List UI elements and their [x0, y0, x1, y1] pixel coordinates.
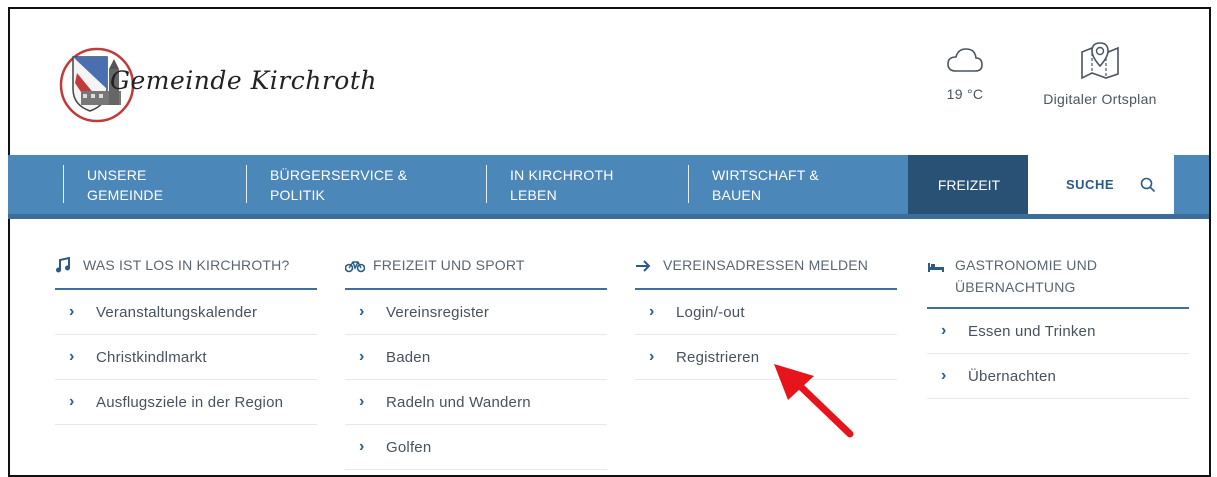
chevron-right-icon: › [941, 367, 947, 384]
column-heading-text: WAS IST LOS IN KIRCHROTH? [83, 257, 290, 273]
chevron-right-icon: › [69, 393, 75, 410]
nav-separator [246, 165, 247, 203]
column-heading: GASTRONOMIE UND ÜBERNACHTUNG [927, 254, 1189, 309]
search-button[interactable]: SUCHE [1028, 155, 1174, 214]
chevron-right-icon: › [69, 303, 75, 320]
nav-unsere-gemeinde[interactable]: UNSERE GEMEINDE [63, 155, 243, 214]
menu-item-label: Essen und Trinken [968, 322, 1096, 340]
nav-label: IN KIRCHROTH [510, 166, 614, 183]
menu-column-gastronomie: GASTRONOMIE UND ÜBERNACHTUNG › Essen und T… [927, 254, 1189, 399]
nav-label: UNSERE [87, 166, 147, 183]
menu-column-sport: FREIZEIT UND SPORT › Vereinsregister › Bad… [344, 254, 607, 470]
nav-buergerservice-politik[interactable]: BÜRGERSERVICE & POLITIK [246, 155, 476, 214]
weather-widget[interactable]: 19 °C [930, 45, 1000, 102]
main-navigation: UNSERE GEMEINDE BÜRGERSERVICE & POLITIK IN… [8, 155, 1209, 219]
column-heading-text: GASTRONOMIE UND [955, 257, 1098, 273]
nav-label: LEBEN [510, 186, 557, 203]
logo-text: Gemeinde Kirchroth [110, 66, 377, 95]
ortsplan-link[interactable]: Digitaler Ortsplan [1030, 40, 1170, 107]
menu-item-uebernachten[interactable]: › Übernachten [927, 354, 1189, 399]
menu-item-label: Vereinsregister [386, 303, 490, 321]
menu-item-login-out[interactable]: › Login/-out [635, 290, 897, 335]
column-heading-text: VEREINSADRESSEN MELDEN [663, 257, 869, 273]
ortsplan-label: Digitaler Ortsplan [1043, 91, 1157, 107]
chevron-right-icon: › [649, 303, 655, 320]
chevron-right-icon: › [359, 303, 365, 320]
chevron-right-icon: › [649, 348, 655, 365]
menu-item-label: Christkindlmarkt [96, 348, 207, 366]
menu-item-label: Übernachten [968, 367, 1057, 385]
menu-item-christkindlmarkt[interactable]: › Christkindlmarkt [55, 335, 317, 380]
map-pin-icon [1081, 42, 1119, 80]
nav-separator [63, 165, 64, 203]
menu-item-radeln-wandern[interactable]: › Radeln und Wandern [345, 380, 607, 425]
music-note-icon [55, 254, 83, 279]
menu-item-vereinsregister[interactable]: › Vereinsregister [345, 290, 607, 335]
arrow-right-icon [635, 254, 663, 279]
search-icon [1140, 177, 1156, 192]
nav-separator [688, 165, 689, 203]
cloud-icon [947, 48, 983, 72]
annotation-arrow-icon [774, 364, 854, 438]
menu-item-label: Golfen [386, 438, 432, 456]
menu-item-label: Ausflugsziele in der Region [96, 393, 284, 411]
menu-item-baden[interactable]: › Baden [345, 335, 607, 380]
bicycle-icon [344, 254, 373, 279]
nav-label: POLITIK [270, 186, 326, 203]
weather-temperature: 19 °C [946, 86, 984, 102]
menu-item-label: Registrieren [676, 348, 760, 366]
menu-column-events: WAS IST LOS IN KIRCHROTH? › Veranstaltung… [55, 254, 317, 425]
menu-item-veranstaltungskalender[interactable]: › Veranstaltungskalender [55, 290, 317, 335]
menu-item-golfen[interactable]: › Golfen [345, 425, 607, 470]
menu-item-label: Login/-out [676, 303, 745, 321]
nav-separator [486, 165, 487, 203]
chevron-right-icon: › [69, 348, 75, 365]
column-heading-text: ÜBERNACHTUNG [955, 279, 1076, 295]
column-heading-text: FREIZEIT UND SPORT [373, 257, 525, 273]
chevron-right-icon: › [359, 348, 365, 365]
nav-label: WIRTSCHAFT & [712, 166, 819, 183]
chevron-right-icon: › [359, 438, 365, 455]
chevron-right-icon: › [941, 322, 947, 339]
nav-wirtschaft-bauen[interactable]: WIRTSCHAFT & BAUEN [688, 155, 898, 214]
menu-item-ausflugsziele[interactable]: › Ausflugsziele in der Region [55, 380, 317, 425]
bed-icon [927, 254, 955, 279]
search-label: SUCHE [1066, 177, 1115, 192]
nav-freizeit-active[interactable]: FREIZEIT [908, 155, 1030, 214]
nav-label: GEMEINDE [87, 186, 164, 203]
menu-item-essen-trinken[interactable]: › Essen und Trinken [927, 309, 1189, 354]
menu-item-label: Veranstaltungskalender [96, 303, 258, 321]
column-heading: FREIZEIT UND SPORT [344, 254, 607, 290]
nav-label: BÜRGERSERVICE & [270, 166, 408, 183]
column-heading: VEREINSADRESSEN MELDEN [635, 254, 897, 290]
nav-in-kirchroth-leben[interactable]: IN KIRCHROTH LEBEN [486, 155, 686, 214]
menu-item-label: Baden [386, 348, 431, 366]
menu-item-label: Radeln und Wandern [386, 393, 531, 411]
chevron-right-icon: › [359, 393, 365, 410]
nav-label: BAUEN [712, 186, 762, 203]
column-heading: WAS IST LOS IN KIRCHROTH? [55, 254, 317, 290]
